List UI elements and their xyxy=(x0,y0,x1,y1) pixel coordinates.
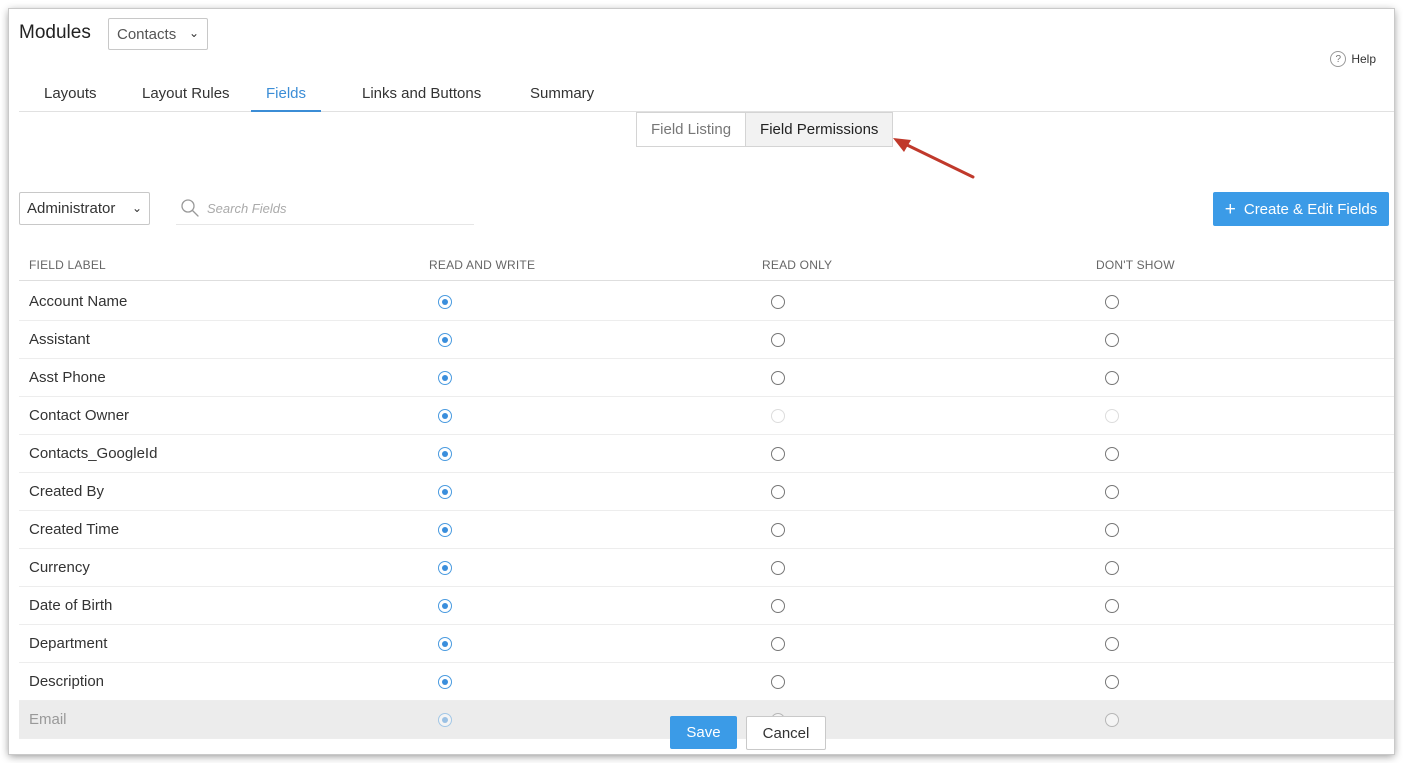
tab-fields[interactable]: Fields xyxy=(251,85,322,112)
field-label: Account Name xyxy=(29,293,128,310)
column-header-field-label: FIELD LABEL xyxy=(29,258,106,272)
radio-dont-show[interactable] xyxy=(1105,713,1119,727)
field-label: Asst Phone xyxy=(29,369,106,386)
field-label: Department xyxy=(29,635,108,652)
help-link[interactable]: ? Help xyxy=(1330,51,1376,67)
table-row: Created By xyxy=(19,473,1394,511)
radio-dont-show[interactable] xyxy=(1105,447,1119,461)
table-row: Assistant xyxy=(19,321,1394,359)
radio-read-and-write[interactable] xyxy=(438,333,452,347)
radio-read-and-write[interactable] xyxy=(438,485,452,499)
field-label: Description xyxy=(29,673,105,690)
search-input[interactable] xyxy=(207,200,457,216)
subtab-field-permissions[interactable]: Field Permissions xyxy=(745,113,893,146)
help-icon: ? xyxy=(1330,51,1347,67)
profile-dropdown-value: Administrator xyxy=(27,200,116,217)
radio-dont-show[interactable] xyxy=(1105,599,1119,613)
chevron-down-icon: ⌄ xyxy=(131,201,142,215)
radio-dont-show[interactable] xyxy=(1105,409,1119,423)
table-row: Department xyxy=(19,625,1394,663)
radio-read-only[interactable] xyxy=(771,333,785,347)
radio-dont-show[interactable] xyxy=(1105,523,1119,537)
radio-read-only[interactable] xyxy=(771,409,785,423)
radio-read-and-write[interactable] xyxy=(438,409,452,423)
tab-links-and-buttons[interactable]: Links and Buttons xyxy=(347,85,496,112)
column-header-dont-show: DON'T SHOW xyxy=(1096,258,1175,272)
radio-dont-show[interactable] xyxy=(1105,371,1119,385)
radio-read-only[interactable] xyxy=(771,371,785,385)
field-label: Currency xyxy=(29,559,90,576)
radio-read-and-write[interactable] xyxy=(438,713,452,727)
column-header-read-and-write: READ AND WRITE xyxy=(429,258,536,272)
radio-read-and-write[interactable] xyxy=(438,675,452,689)
table-row: Description xyxy=(19,663,1394,701)
tab-layout-rules[interactable]: Layout Rules xyxy=(127,85,245,112)
table-row: Contacts_GoogleId xyxy=(19,435,1394,473)
radio-read-only[interactable] xyxy=(771,485,785,499)
radio-read-and-write[interactable] xyxy=(438,371,452,385)
field-label: Assistant xyxy=(29,331,90,348)
table-row: Asst Phone xyxy=(19,359,1394,397)
page-title: Modules xyxy=(19,22,91,43)
radio-read-and-write[interactable] xyxy=(438,561,452,575)
field-label: Date of Birth xyxy=(29,597,113,614)
field-label: Created Time xyxy=(29,521,120,538)
module-tabs: Layouts Layout Rules Fields Links and Bu… xyxy=(19,79,1394,112)
field-label: Contact Owner xyxy=(29,407,130,424)
search-icon xyxy=(181,199,199,217)
radio-dont-show[interactable] xyxy=(1105,333,1119,347)
subtab-field-listing[interactable]: Field Listing xyxy=(637,113,746,146)
field-view-switch: Field Listing Field Permissions xyxy=(636,112,894,147)
chevron-down-icon: ⌄ xyxy=(188,26,199,40)
table-row: Contact Owner xyxy=(19,397,1394,435)
radio-read-and-write[interactable] xyxy=(438,523,452,537)
tab-layouts[interactable]: Layouts xyxy=(29,85,112,112)
module-dropdown[interactable]: Contacts ⌄ xyxy=(108,18,208,50)
field-label: Email xyxy=(29,711,67,728)
table-row: Created Time xyxy=(19,511,1394,549)
radio-dont-show[interactable] xyxy=(1105,485,1119,499)
radio-read-only[interactable] xyxy=(771,523,785,537)
column-header-read-only: READ ONLY xyxy=(762,258,833,272)
plus-icon: + xyxy=(1224,198,1236,220)
create-edit-fields-label: Create & Edit Fields xyxy=(1243,200,1378,218)
radio-read-only[interactable] xyxy=(771,447,785,461)
field-label: Contacts_GoogleId xyxy=(29,445,158,462)
radio-dont-show[interactable] xyxy=(1105,637,1119,651)
create-edit-fields-button[interactable]: + Create & Edit Fields xyxy=(1213,192,1389,226)
table-row: Currency xyxy=(19,549,1394,587)
app-window: Modules Contacts ⌄ ? Help Layouts Layout… xyxy=(9,9,1394,754)
annotation-arrow-icon xyxy=(893,138,975,179)
radio-read-and-write[interactable] xyxy=(438,599,452,613)
cancel-button[interactable]: Cancel xyxy=(746,716,826,750)
radio-read-and-write[interactable] xyxy=(438,637,452,651)
radio-dont-show[interactable] xyxy=(1105,675,1119,689)
tab-summary[interactable]: Summary xyxy=(515,85,609,112)
radio-read-only[interactable] xyxy=(771,561,785,575)
table-row: Date of Birth xyxy=(19,587,1394,625)
help-label: Help xyxy=(1351,52,1376,66)
radio-dont-show[interactable] xyxy=(1105,295,1119,309)
save-button[interactable]: Save xyxy=(670,716,737,749)
radio-read-only[interactable] xyxy=(771,637,785,651)
table-row: Account Name xyxy=(19,283,1394,321)
module-dropdown-value: Contacts xyxy=(117,25,177,43)
radio-read-only[interactable] xyxy=(771,295,785,309)
profile-dropdown[interactable]: Administrator ⌄ xyxy=(19,192,150,225)
table-header: FIELD LABEL READ AND WRITE READ ONLY DON… xyxy=(19,249,1394,281)
radio-read-only[interactable] xyxy=(771,599,785,613)
radio-read-only[interactable] xyxy=(771,675,785,689)
radio-read-and-write[interactable] xyxy=(438,295,452,309)
field-label: Created By xyxy=(29,483,105,500)
permissions-table-body: Account Name Assistant Asst Phone Contact O… xyxy=(19,283,1394,739)
radio-read-and-write[interactable] xyxy=(438,447,452,461)
radio-dont-show[interactable] xyxy=(1105,561,1119,575)
search-box xyxy=(176,192,474,225)
